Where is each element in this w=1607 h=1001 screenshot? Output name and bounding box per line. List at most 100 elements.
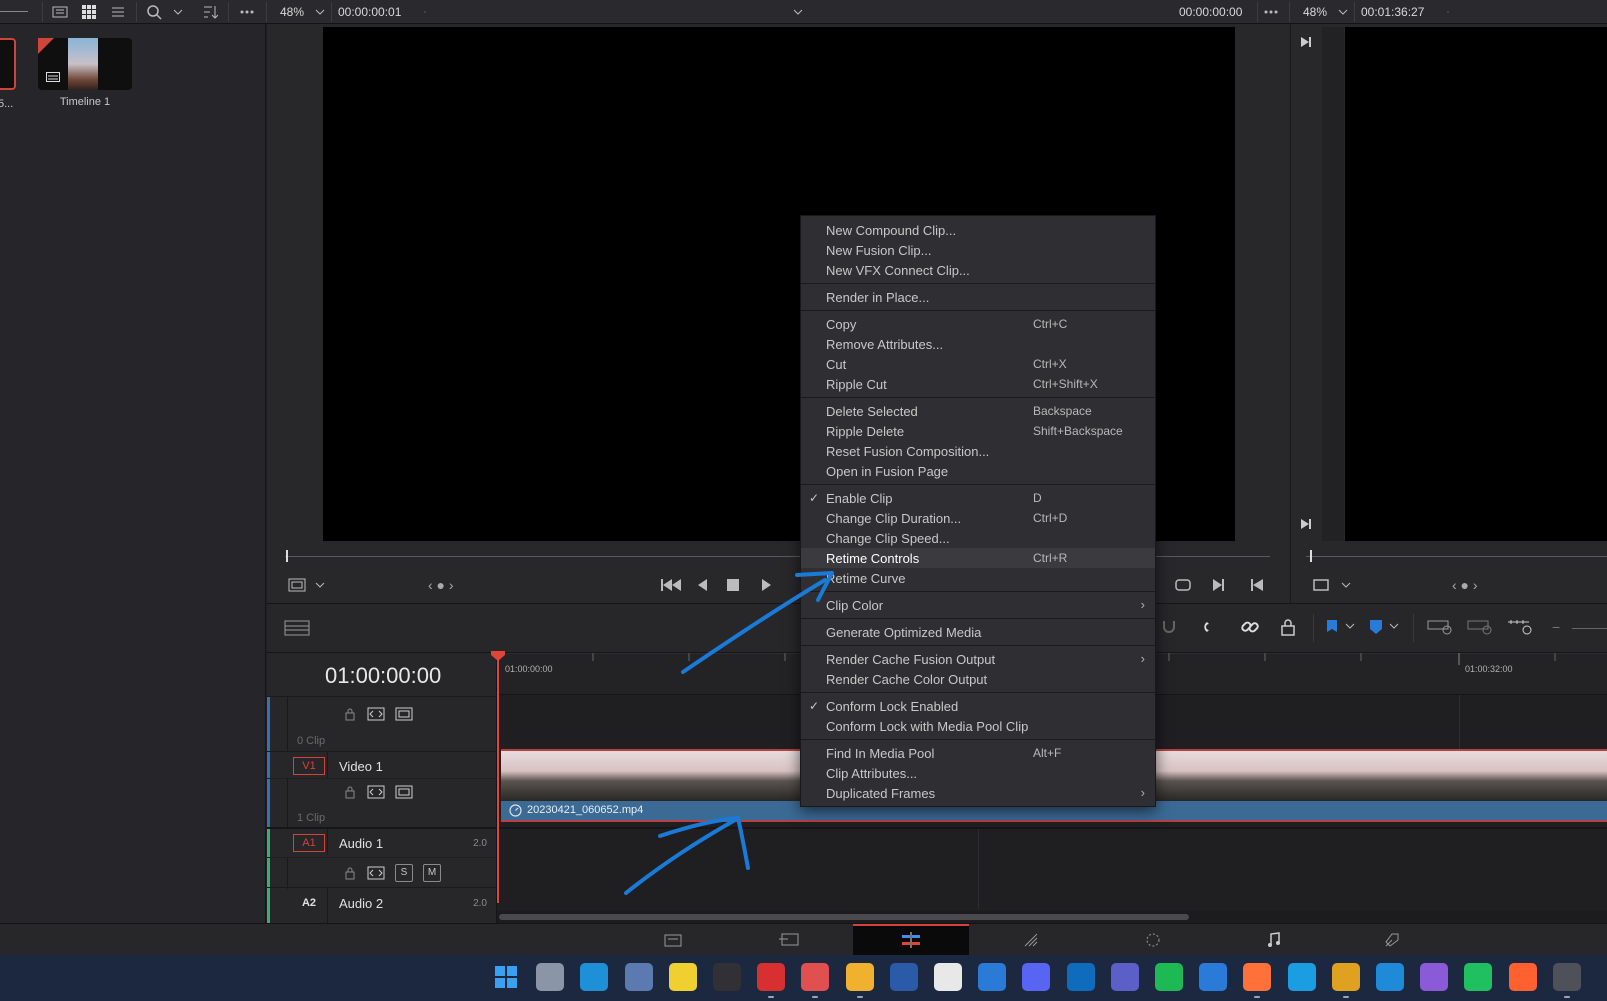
chrome-icon[interactable] xyxy=(1332,963,1360,991)
chevron-down-icon[interactable] xyxy=(1335,4,1351,20)
outlook-icon[interactable] xyxy=(1067,963,1095,991)
chevron-down-icon[interactable] xyxy=(790,4,806,20)
source-zoom-select[interactable]: 48% xyxy=(280,5,304,19)
menu-item-cut[interactable]: Cut Ctrl+X xyxy=(801,354,1155,374)
timeline-thumbnail[interactable] xyxy=(38,38,132,90)
page-tab-fusion[interactable] xyxy=(972,924,1088,955)
teams-icon[interactable] xyxy=(1111,963,1139,991)
zoom-out-icon[interactable]: − xyxy=(1552,619,1560,635)
menu-item-ripple-delete[interactable]: Ripple Delete Shift+Backspace xyxy=(801,421,1155,441)
lock-track-icon[interactable] xyxy=(341,866,359,880)
task-view-icon[interactable] xyxy=(536,963,564,991)
menu-item-clip-attributes[interactable]: Clip Attributes... xyxy=(801,763,1155,783)
next-edit-icon[interactable] xyxy=(1299,35,1313,49)
snipping-tool-icon[interactable] xyxy=(801,963,829,991)
snapping-magnet-icon[interactable] xyxy=(1202,617,1222,637)
timeline-scrubber-handle[interactable] xyxy=(1310,550,1312,562)
track-badge-a2[interactable]: A2 xyxy=(293,894,325,912)
chevron-down-icon[interactable] xyxy=(312,4,328,20)
track-name-video-1[interactable]: Video 1 xyxy=(339,759,383,774)
davinci-resolve-icon[interactable] xyxy=(1553,963,1581,991)
thumbnail-view-icon[interactable] xyxy=(81,4,97,20)
flag-icon[interactable] xyxy=(1325,619,1339,635)
menu-item-retime-controls[interactable]: Retime Controls Ctrl+R xyxy=(801,548,1155,568)
page-tab-color[interactable] xyxy=(1094,924,1210,955)
playhead[interactable] xyxy=(497,653,499,903)
timeline-viewer[interactable] xyxy=(1345,27,1607,541)
flash-app-icon[interactable] xyxy=(757,963,785,991)
timeline-view-options-icon[interactable] xyxy=(284,620,310,636)
edge-icon[interactable] xyxy=(1288,963,1316,991)
disable-track-icon[interactable] xyxy=(395,707,413,721)
mute-button[interactable]: M xyxy=(423,864,441,882)
menu-item-copy[interactable]: Copy Ctrl+C xyxy=(801,314,1155,334)
chevron-down-icon[interactable] xyxy=(314,580,326,590)
track-header-video-1[interactable]: V1 Video 1 1 Clip xyxy=(267,751,497,828)
disable-track-icon[interactable] xyxy=(395,785,413,799)
windows-start-icon[interactable] xyxy=(492,963,520,991)
menu-item-remove-attributes[interactable]: Remove Attributes... xyxy=(801,334,1155,354)
stop-icon[interactable] xyxy=(726,578,740,592)
list-view-icon[interactable] xyxy=(110,4,126,20)
clock-app-icon[interactable] xyxy=(934,963,962,991)
metadata-view-icon[interactable] xyxy=(52,4,68,20)
page-tab-fairlight[interactable] xyxy=(1215,924,1331,955)
page-tab-deliver[interactable] xyxy=(1333,924,1449,955)
calendar-icon[interactable] xyxy=(978,963,1006,991)
track-badge-v1[interactable]: V1 xyxy=(293,757,325,775)
menu-item-render-cache-color-output[interactable]: Render Cache Color Output xyxy=(801,669,1155,689)
next-edit-icon[interactable] xyxy=(1299,517,1313,531)
vscode-icon[interactable] xyxy=(1376,963,1404,991)
pen-app-icon[interactable] xyxy=(1509,963,1537,991)
track-name-audio-1[interactable]: Audio 1 xyxy=(339,836,383,851)
menu-item-enable-clip[interactable]: ✓ Enable Clip D xyxy=(801,488,1155,508)
lock-track-icon[interactable] xyxy=(341,785,359,799)
position-lock-icon[interactable] xyxy=(1279,617,1297,637)
page-tab-cut[interactable] xyxy=(730,924,846,955)
menu-item-retime-curve[interactable]: Retime Curve xyxy=(801,568,1155,588)
menu-item-open-in-fusion-page[interactable]: Open in Fusion Page xyxy=(801,461,1155,481)
pycharm-icon[interactable] xyxy=(1464,963,1492,991)
visual-studio-icon[interactable] xyxy=(1420,963,1448,991)
chevron-down-icon[interactable] xyxy=(1340,580,1352,590)
l-app-icon[interactable] xyxy=(580,963,608,991)
menu-item-change-clip-speed[interactable]: Change Clip Speed... xyxy=(801,528,1155,548)
custom-zoom-icon[interactable] xyxy=(1507,618,1535,636)
jog-control-icon[interactable]: ‹ ● › xyxy=(428,577,454,593)
viewer-mode-icon[interactable] xyxy=(288,578,306,592)
menu-item-reset-fusion-composition[interactable]: Reset Fusion Composition... xyxy=(801,441,1155,461)
auto-select-icon[interactable] xyxy=(367,866,385,880)
media-clip-thumbnail[interactable] xyxy=(0,38,16,90)
play-reverse-icon[interactable] xyxy=(696,578,710,592)
source-scrubber-handle[interactable] xyxy=(286,550,288,562)
track-header-audio-2[interactable]: A2 Audio 2 2.0 xyxy=(267,887,497,924)
zoom-slider[interactable] xyxy=(1572,628,1607,629)
photos-icon[interactable] xyxy=(625,963,653,991)
linked-selection-icon[interactable] xyxy=(1240,617,1260,637)
timeline-scrubber[interactable] xyxy=(1306,556,1607,557)
more-options-icon[interactable] xyxy=(1263,4,1279,20)
file-explorer-icon[interactable] xyxy=(846,963,874,991)
previous-clip-icon[interactable] xyxy=(1250,578,1264,592)
timeline-scrollbar[interactable] xyxy=(499,914,1189,920)
menu-item-render-cache-fusion-output[interactable]: Render Cache Fusion Output › xyxy=(801,649,1155,669)
menu-item-new-fusion-clip[interactable]: New Fusion Clip... xyxy=(801,240,1155,260)
timeline-zoom-select[interactable]: 48% xyxy=(1303,5,1327,19)
menu-item-delete-selected[interactable]: Delete Selected Backspace xyxy=(801,401,1155,421)
viewer-mode-icon[interactable] xyxy=(1312,578,1330,592)
menu-item-new-vfx-connect-clip[interactable]: New VFX Connect Clip... xyxy=(801,260,1155,280)
full-extent-zoom-icon[interactable] xyxy=(1427,618,1455,636)
sticky-notes-icon[interactable] xyxy=(669,963,697,991)
detail-zoom-icon[interactable] xyxy=(1467,618,1495,636)
menu-item-conform-lock-with-media-pool-clip[interactable]: Conform Lock with Media Pool Clip xyxy=(801,716,1155,736)
next-clip-icon[interactable] xyxy=(1212,578,1226,592)
lock-track-icon[interactable] xyxy=(341,707,359,721)
chevron-down-icon[interactable] xyxy=(170,4,186,20)
firefox-icon[interactable] xyxy=(1243,963,1271,991)
auto-select-icon[interactable] xyxy=(367,707,385,721)
menu-item-conform-lock-enabled[interactable]: ✓ Conform Lock Enabled xyxy=(801,696,1155,716)
search-icon[interactable] xyxy=(146,4,162,20)
discord-icon[interactable] xyxy=(1022,963,1050,991)
todo-icon[interactable] xyxy=(1199,963,1227,991)
menu-item-ripple-cut[interactable]: Ripple Cut Ctrl+Shift+X xyxy=(801,374,1155,394)
